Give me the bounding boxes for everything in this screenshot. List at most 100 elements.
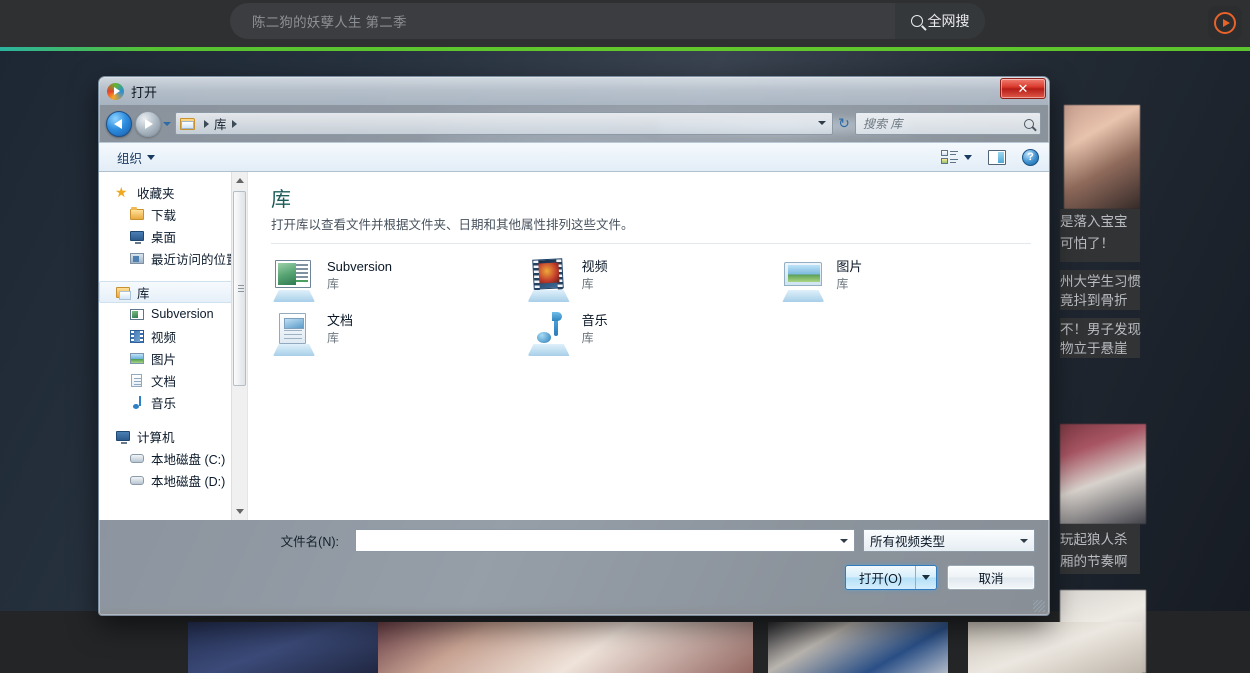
documents-library-icon <box>271 312 317 356</box>
chevron-down-icon <box>147 154 156 160</box>
sidebar-item-local-disk-d[interactable]: 本地磁盘 (D:) <box>99 469 247 491</box>
sidebar-label: Subversion <box>151 307 214 321</box>
sidebar-item-documents[interactable]: 文档 <box>99 369 247 391</box>
chevron-down-icon <box>236 509 244 514</box>
news-item-4-line1[interactable]: 玩起狼人杀 <box>1060 531 1128 550</box>
chevron-down-icon[interactable] <box>840 538 848 543</box>
sidebar-group-favorites[interactable]: ★ 收藏夹 <box>99 181 247 203</box>
search-input[interactable]: 陈二狗的妖孽人生 第二季 <box>230 3 895 39</box>
sidebar-item-pictures[interactable]: 图片 <box>99 347 247 369</box>
resize-grip[interactable] <box>1033 600 1045 612</box>
library-header: 库 打开库以查看文件并根据文件夹、日期和其他属性排列这些文件。 <box>248 186 1049 233</box>
news-item-4-line2[interactable]: 厢的节奏啊 <box>1060 553 1128 572</box>
library-item-type: 库 <box>581 277 594 291</box>
videos-icon <box>129 329 145 344</box>
star-icon: ★ <box>115 183 128 200</box>
history-dropdown-button[interactable] <box>161 111 173 137</box>
library-item-music[interactable]: 音乐 库 <box>526 312 781 356</box>
library-item-subversion[interactable]: Subversion 库 <box>271 258 526 302</box>
refresh-button[interactable]: ↻ <box>833 112 855 135</box>
news-item-1-line1[interactable]: 是落入宝宝 <box>1060 213 1128 232</box>
player-logo-button[interactable] <box>1208 6 1242 40</box>
cancel-button[interactable]: 取消 <box>947 565 1035 590</box>
address-bar[interactable]: 库 <box>175 112 833 135</box>
global-search-bar[interactable]: 陈二狗的妖孽人生 第二季 全网搜 <box>230 3 985 39</box>
video-thumbnail-2[interactable] <box>378 622 753 673</box>
search-button-label: 全网搜 <box>927 13 970 29</box>
play-circle-icon <box>1214 12 1236 34</box>
sidebar-group-libraries[interactable]: 库 <box>99 281 243 303</box>
pictures-icon <box>129 351 145 366</box>
chevron-up-icon <box>236 178 244 183</box>
library-item-videos[interactable]: 视频 库 <box>526 258 781 302</box>
sidebar-item-music[interactable]: 音乐 <box>99 391 247 413</box>
filename-input[interactable] <box>355 528 855 552</box>
news-item-2-line2[interactable]: 竟抖到骨折 <box>1060 292 1128 311</box>
dialog-search-box[interactable]: 搜索 库 <box>855 112 1041 135</box>
news-item-2-line1[interactable]: 州大学生习惯 <box>1060 273 1141 292</box>
video-thumbnail-4[interactable] <box>968 622 1142 673</box>
library-grid: Subversion 库 视频 库 图片 库 文档 库 音乐 库 <box>248 244 1049 356</box>
preview-pane-icon[interactable] <box>988 149 1006 165</box>
sidebar-item-desktop[interactable]: 桌面 <box>99 225 247 247</box>
scrollbar-thumb[interactable] <box>233 191 246 386</box>
sidebar-item-subversion[interactable]: Subversion <box>99 303 247 325</box>
filetype-value: 所有视频类型 <box>870 534 946 549</box>
news-thumbnail-1[interactable] <box>1064 105 1140 209</box>
filetype-select[interactable]: 所有视频类型 <box>863 528 1035 552</box>
address-dropdown-icon[interactable] <box>818 121 826 125</box>
organize-label: 组织 <box>117 151 143 166</box>
sidebar-label: 本地磁盘 (C:) <box>151 452 226 467</box>
filename-label: 文件名(N): <box>280 534 339 549</box>
breadcrumb-library[interactable]: 库 <box>214 114 227 133</box>
sidebar-label: 最近访问的位置 <box>151 252 239 267</box>
subversion-icon <box>129 307 145 322</box>
open-button[interactable]: 打开(O) <box>846 566 916 589</box>
view-options-dropdown[interactable] <box>962 144 974 170</box>
filename-row: 文件名(N): 所有视频类型 <box>99 520 1049 560</box>
navigation-pane-scrollbar[interactable] <box>231 172 247 520</box>
news-thumbnail-4[interactable] <box>1060 424 1146 524</box>
news-item-3-line1[interactable]: 不！男子发现 <box>1060 321 1141 340</box>
view-options-icon[interactable] <box>941 149 958 165</box>
scroll-down-button[interactable] <box>232 503 247 520</box>
sidebar-group-computer[interactable]: 计算机 <box>99 425 247 447</box>
close-button[interactable]: ✕ <box>1000 78 1046 99</box>
scrollbar-grip <box>238 284 244 293</box>
forward-arrow-icon <box>145 118 153 129</box>
library-item-name: 音乐 <box>581 313 608 328</box>
news-item-3-line2[interactable]: 物立于悬崖 <box>1060 340 1128 359</box>
library-item-type: 库 <box>327 277 340 291</box>
hard-disk-icon <box>129 451 145 466</box>
sidebar-item-downloads[interactable]: 下载 <box>99 203 247 225</box>
back-button[interactable] <box>106 110 132 137</box>
accent-divider <box>0 47 1250 51</box>
dialog-title-bar[interactable]: 打开 ✕ <box>99 77 1049 105</box>
forward-button[interactable] <box>135 110 161 137</box>
documents-icon <box>129 373 145 388</box>
sidebar-item-recent-places[interactable]: 最近访问的位置 <box>99 247 247 269</box>
open-dropdown-button[interactable] <box>916 566 936 589</box>
sidebar-item-local-disk-c[interactable]: 本地磁盘 (C:) <box>99 447 247 469</box>
video-thumbnail-1[interactable] <box>188 622 378 673</box>
dialog-title: 打开 <box>131 84 158 100</box>
sidebar-item-videos[interactable]: 视频 <box>99 325 247 347</box>
sidebar-label: 桌面 <box>151 230 177 245</box>
scroll-up-button[interactable] <box>232 172 247 189</box>
video-thumbnail-3[interactable] <box>768 622 948 673</box>
navigation-row: 库 ↻ 搜索 库 <box>99 105 1049 142</box>
search-submit-button[interactable]: 全网搜 <box>895 3 985 39</box>
dialog-search-input[interactable]: 搜索 库 <box>863 115 1024 132</box>
organize-button[interactable]: 组织 <box>111 145 161 170</box>
library-item-documents[interactable]: 文档 库 <box>271 312 526 356</box>
folder-icon <box>180 117 195 130</box>
help-icon[interactable]: ? <box>1022 148 1039 166</box>
search-icon <box>1024 118 1034 129</box>
sidebar-label: 下载 <box>151 208 177 223</box>
library-item-type: 库 <box>581 331 594 345</box>
library-item-pictures[interactable]: 图片 库 <box>780 258 1035 302</box>
open-split-button[interactable]: 打开(O) <box>845 565 937 590</box>
search-icon <box>910 15 923 27</box>
breadcrumb-separator-2 <box>231 119 237 128</box>
news-item-1-line2[interactable]: 可怕了！ <box>1060 235 1114 254</box>
